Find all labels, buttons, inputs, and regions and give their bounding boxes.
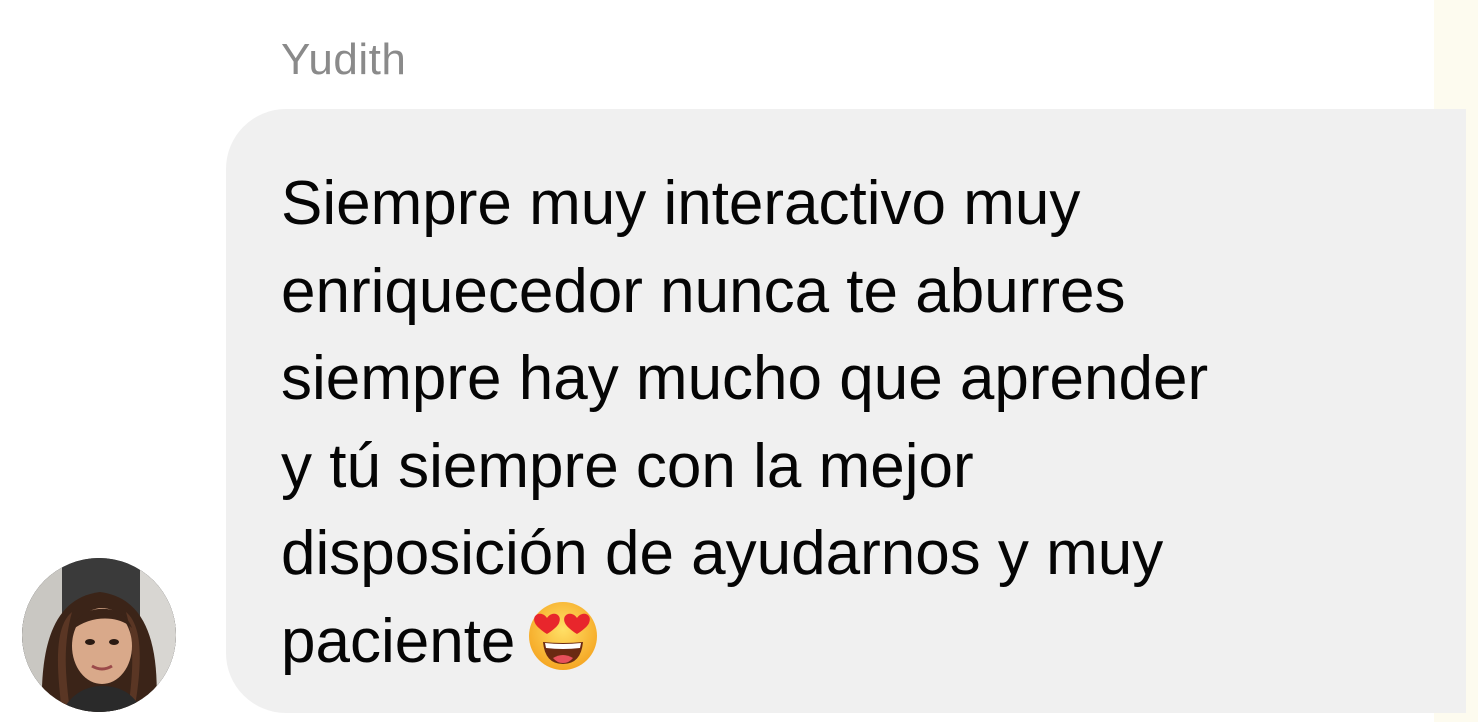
message-line: y tú siempre con la mejor: [281, 431, 974, 501]
sender-name: Yudith: [281, 35, 407, 84]
message-line: paciente: [281, 606, 516, 676]
message-line: disposición de ayudarnos y muy: [281, 519, 1164, 588]
message-line: siempre hay mucho que aprender: [281, 344, 1209, 413]
message-line: Siempre muy interactivo muy: [281, 169, 1081, 238]
user-avatar-image: [22, 558, 176, 712]
message-text: Siempre muy interactivo muy enriquecedor…: [281, 160, 1421, 685]
avatar[interactable]: [22, 558, 176, 712]
message-line: enriquecedor nunca te aburres: [281, 256, 1126, 326]
smiling-face-with-heart-eyes-icon: [527, 600, 599, 672]
